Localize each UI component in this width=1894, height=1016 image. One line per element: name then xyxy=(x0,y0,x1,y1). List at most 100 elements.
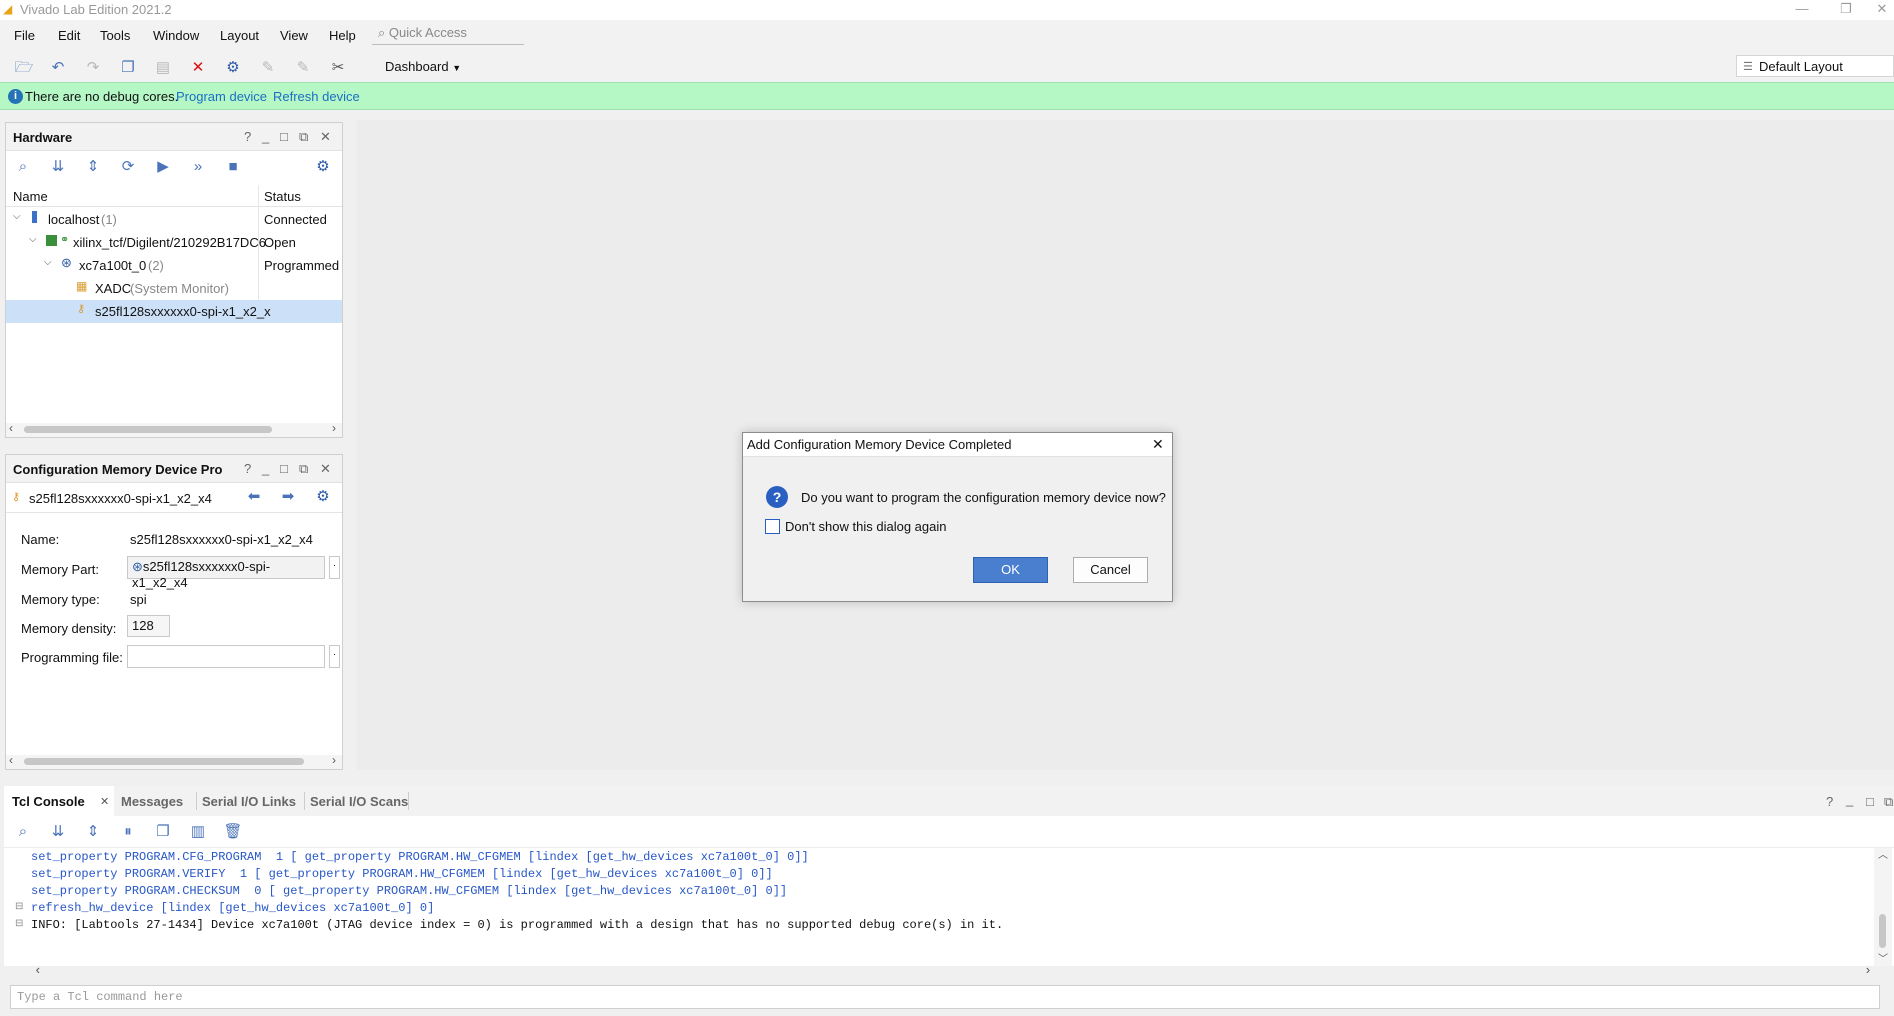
horizontal-scrollbar[interactable]: ‹ › xyxy=(6,421,342,437)
scroll-left-icon[interactable]: ‹ xyxy=(34,963,42,978)
table-icon[interactable]: ▥ xyxy=(187,821,209,843)
layout-select[interactable]: ☰ Default Layout xyxy=(1736,55,1894,77)
scroll-thumb[interactable] xyxy=(24,758,304,765)
server-icon xyxy=(32,211,37,223)
delete-icon[interactable]: ✕ xyxy=(187,57,209,79)
float-panel-icon[interactable]: ⧉ xyxy=(299,129,308,145)
scroll-right-icon[interactable]: › xyxy=(1864,963,1872,978)
float-panel-icon[interactable]: ⧉ xyxy=(299,461,308,477)
minimize-button[interactable]: — xyxy=(1780,0,1824,20)
minimize-panel-icon[interactable]: _ xyxy=(1846,792,1853,807)
redo-icon[interactable]: ↷ xyxy=(82,57,104,79)
quick-access-input[interactable]: ⌕ Quick Access xyxy=(372,25,524,45)
auto-connect-icon[interactable]: ⟳ xyxy=(117,156,139,178)
help-icon[interactable]: ? xyxy=(244,129,251,144)
main-toolbar: 🗁 ↶ ↷ ❐ ▤ ✕ ⚙ ✎ ✎ ✂ Dashboard ▼ xyxy=(0,52,1894,82)
tool-a-icon[interactable]: ✎ xyxy=(257,57,279,79)
tree-row-selected[interactable]: ⚷ s25fl128sxxxxxx0-spi-x1_x2_x xyxy=(6,300,342,323)
tree-row[interactable]: ⌵ localhost (1) Connected xyxy=(6,208,342,231)
programming-file-browse-button[interactable]: · xyxy=(329,645,340,668)
gear-icon[interactable]: ⚙ xyxy=(312,486,334,508)
forward-arrow-icon[interactable]: ➡ xyxy=(277,486,299,508)
close-window-button[interactable]: ✕ xyxy=(1860,0,1894,20)
help-icon[interactable]: ? xyxy=(244,461,251,476)
chevron-down-icon[interactable]: ⌵ xyxy=(29,234,37,245)
memory-part-field[interactable]: ⊛s25fl128sxxxxxx0-spi-x1_x2_x4 xyxy=(127,556,325,590)
tree-row[interactable]: ⌵ ⊛ xc7a100t_0 (2) Programmed xyxy=(6,254,342,277)
open-icon[interactable]: 🗁 xyxy=(13,57,35,79)
tab-serial-io-scans[interactable]: Serial I/O Scans xyxy=(310,794,408,809)
vertical-scrollbar[interactable]: ︿ ﹀ xyxy=(1874,848,1892,966)
collapse-all-icon[interactable]: ⇊ xyxy=(47,821,69,843)
tool-b-icon[interactable]: ✎ xyxy=(292,57,314,79)
chevron-down-icon[interactable]: ⌵ xyxy=(44,257,52,268)
stop-icon[interactable]: ■ xyxy=(222,156,244,178)
scroll-thumb[interactable] xyxy=(1879,914,1886,948)
expand-all-icon[interactable]: ⇕ xyxy=(82,821,104,843)
tree-row[interactable]: ▦ XADC (System Monitor) xyxy=(6,277,342,300)
maximize-panel-icon[interactable]: □ xyxy=(1866,794,1874,809)
paste-icon[interactable]: ▤ xyxy=(152,57,174,79)
scroll-right-icon[interactable]: › xyxy=(332,753,336,767)
menu-edit[interactable]: Edit xyxy=(58,28,80,43)
tab-serial-io-links[interactable]: Serial I/O Links xyxy=(202,794,296,809)
program-device-link[interactable]: Program device xyxy=(176,89,267,104)
scroll-left-icon[interactable]: ‹ xyxy=(9,421,13,435)
name-column-header[interactable]: Name xyxy=(13,189,48,204)
autoconnect-icon[interactable]: ✂ xyxy=(327,57,349,79)
ok-button[interactable]: OK xyxy=(973,557,1048,583)
refresh-device-link[interactable]: Refresh device xyxy=(273,89,360,104)
settings-icon[interactable]: ⚙ xyxy=(222,57,244,79)
search-icon[interactable]: ⌕ xyxy=(12,156,34,178)
scroll-thumb[interactable] xyxy=(24,426,272,433)
back-arrow-icon[interactable]: ⬅ xyxy=(243,486,265,508)
horizontal-scrollbar[interactable]: ‹ › xyxy=(34,963,1874,980)
close-panel-icon[interactable]: ✕ xyxy=(320,129,331,145)
maximize-panel-icon[interactable]: □ xyxy=(280,129,288,144)
scroll-left-icon[interactable]: ‹ xyxy=(9,753,13,767)
menu-view[interactable]: View xyxy=(280,28,308,43)
tab-messages[interactable]: Messages xyxy=(121,794,183,809)
run-all-icon[interactable]: » xyxy=(187,156,209,178)
status-column-header[interactable]: Status xyxy=(264,189,301,204)
menu-tools[interactable]: Tools xyxy=(100,28,130,43)
minimize-panel-icon[interactable]: _ xyxy=(262,461,269,476)
scroll-up-icon[interactable]: ︿ xyxy=(1878,846,1888,862)
programming-file-input[interactable] xyxy=(127,645,325,668)
memory-part-browse-button[interactable]: · xyxy=(329,556,340,579)
gear-icon[interactable]: ⚙ xyxy=(312,156,334,178)
copy-icon[interactable]: ❐ xyxy=(152,821,174,843)
menu-file[interactable]: File xyxy=(14,28,35,43)
minimize-panel-icon[interactable]: _ xyxy=(262,129,269,144)
scroll-right-icon[interactable]: › xyxy=(332,421,336,435)
expand-all-icon[interactable]: ⇕ xyxy=(82,156,104,178)
tree-row[interactable]: ⌵ ⚭ xilinx_tcf/Digilent/210292B17DC6 Ope… xyxy=(6,231,342,254)
scroll-down-icon[interactable]: ﹀ xyxy=(1878,950,1888,966)
menu-window[interactable]: Window xyxy=(153,28,199,43)
menu-help[interactable]: Help xyxy=(329,28,356,43)
copy-icon[interactable]: ❐ xyxy=(117,57,139,79)
close-tab-icon[interactable]: ✕ xyxy=(100,795,109,808)
run-icon[interactable]: ▶ xyxy=(152,156,174,178)
collapse-all-icon[interactable]: ⇊ xyxy=(47,156,69,178)
close-panel-icon[interactable]: ✕ xyxy=(320,461,331,477)
tab-tcl-console[interactable]: Tcl Console ✕ xyxy=(4,786,114,816)
float-panel-icon[interactable]: ⧉ xyxy=(1884,794,1893,810)
cancel-button[interactable]: Cancel xyxy=(1073,557,1148,583)
search-icon[interactable]: ⌕ xyxy=(12,821,34,843)
dashboard-dropdown[interactable]: Dashboard ▼ xyxy=(385,59,461,74)
undo-icon[interactable]: ↶ xyxy=(47,57,69,79)
chevron-down-icon[interactable]: ⌵ xyxy=(13,211,21,222)
horizontal-scrollbar[interactable]: ‹ › xyxy=(6,753,342,769)
pause-icon[interactable]: ⏸ xyxy=(117,821,139,843)
maximize-panel-icon[interactable]: □ xyxy=(280,461,288,476)
dialog-close-icon[interactable]: ✕ xyxy=(1152,436,1164,453)
menu-layout[interactable]: Layout xyxy=(220,28,259,43)
tcl-command-input[interactable]: Type a Tcl command here xyxy=(10,985,1880,1009)
dont-show-label[interactable]: Don't show this dialog again xyxy=(785,519,946,534)
help-icon[interactable]: ? xyxy=(1826,794,1833,809)
dont-show-checkbox[interactable] xyxy=(765,519,780,534)
trash-icon[interactable]: 🗑 xyxy=(222,821,244,843)
row-name: localhost xyxy=(48,212,100,227)
row-extra: (System Monitor) xyxy=(130,281,229,296)
